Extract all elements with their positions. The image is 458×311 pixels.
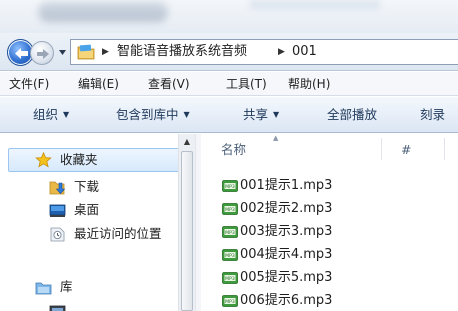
breadcrumb-current[interactable]: 001 xyxy=(292,44,317,60)
file-row[interactable]: MP3 001提示1.mp3 xyxy=(219,176,409,196)
address-bar[interactable]: ▶ 智能语音播放系统音频 ▶ 001 xyxy=(70,39,458,65)
menu-bar: 文件(F) 编辑(E) 查看(V) 工具(T) 帮助(H) xyxy=(0,72,458,96)
svg-text:MP3: MP3 xyxy=(225,253,235,259)
menu-help[interactable]: 帮助(H) xyxy=(288,76,330,92)
nav-item-downloads[interactable]: 下载 xyxy=(0,176,180,198)
recent-places-icon xyxy=(50,227,65,242)
file-name: 005提示5.mp3 xyxy=(240,270,333,285)
menu-edit[interactable]: 编辑(E) xyxy=(78,76,119,92)
videos-icon xyxy=(49,305,66,311)
recent-pages-dropdown[interactable] xyxy=(58,48,67,57)
column-separator[interactable] xyxy=(381,138,382,160)
nav-label-favorites: 收藏夹 xyxy=(60,152,98,167)
svg-text:MP3: MP3 xyxy=(225,299,235,305)
mp3-file-icon: MP3 xyxy=(222,295,238,307)
file-list: ▲ 名称 # MP3 001提示1.mp3 MP3 002提示2.mp3 MP3… xyxy=(201,134,458,311)
command-bar: 组织 ▼ 包含到库中 ▼ 共享 ▼ 全部播放 刻录 xyxy=(0,97,458,133)
menu-tools[interactable]: 工具(T) xyxy=(226,76,267,92)
nav-label-libraries: 库 xyxy=(60,279,73,294)
column-header-number[interactable]: # xyxy=(401,142,411,158)
address-row: ▶ 智能语音播放系统音频 ▶ 001 xyxy=(0,33,458,71)
nav-item-libraries[interactable]: 库 xyxy=(0,276,180,298)
chevron-down-icon: ▼ xyxy=(183,110,190,119)
file-row[interactable]: MP3 005提示5.mp3 xyxy=(219,268,409,288)
burn-button[interactable]: 刻录 xyxy=(420,107,445,123)
window-titlebar xyxy=(0,0,458,33)
mp3-file-icon: MP3 xyxy=(222,203,238,215)
file-name: 002提示2.mp3 xyxy=(240,201,333,216)
nav-label-recent-places: 最近访问的位置 xyxy=(74,226,162,241)
breadcrumb-parent[interactable]: 智能语音播放系统音频 xyxy=(117,44,247,60)
mp3-file-icon: MP3 xyxy=(222,180,238,192)
mp3-file-icon: MP3 xyxy=(222,249,238,261)
svg-text:MP3: MP3 xyxy=(225,184,235,190)
chevron-down-icon: ▼ xyxy=(273,110,280,119)
folder-icon xyxy=(77,44,95,60)
include-in-library-label: 包含到库中 xyxy=(116,107,179,122)
nav-item-recent-places[interactable]: 最近访问的位置 xyxy=(0,223,180,245)
forward-arrow-icon xyxy=(37,49,49,59)
mp3-file-icon: MP3 xyxy=(222,226,238,238)
scroll-up-icon[interactable]: ▲ xyxy=(179,134,195,150)
star-icon xyxy=(35,152,52,168)
nav-scrollbar[interactable]: ▲ xyxy=(178,134,195,311)
column-header-name[interactable]: 名称 xyxy=(221,142,246,158)
include-in-library-button[interactable]: 包含到库中 ▼ xyxy=(116,107,190,123)
file-name: 004提示4.mp3 xyxy=(240,247,333,262)
nav-label-downloads: 下载 xyxy=(74,179,100,194)
share-button[interactable]: 共享 ▼ xyxy=(243,107,279,123)
organize-button[interactable]: 组织 ▼ xyxy=(33,107,69,123)
menu-file[interactable]: 文件(F) xyxy=(9,76,49,92)
library-icon xyxy=(35,282,52,295)
svg-text:MP3: MP3 xyxy=(225,230,235,236)
title-blur-right xyxy=(250,0,380,10)
file-row[interactable]: MP3 006提示6.mp3 xyxy=(219,291,409,311)
share-label: 共享 xyxy=(243,107,269,122)
scroll-thumb[interactable] xyxy=(181,151,193,311)
organize-label: 组织 xyxy=(33,107,59,122)
file-row[interactable]: MP3 004提示4.mp3 xyxy=(219,245,409,265)
breadcrumb-separator-icon[interactable]: ▶ xyxy=(278,47,285,57)
file-row[interactable]: MP3 002提示2.mp3 xyxy=(219,199,409,219)
breadcrumb-separator-icon[interactable]: ▶ xyxy=(102,47,109,57)
svg-text:MP3: MP3 xyxy=(225,276,235,282)
menu-view[interactable]: 查看(V) xyxy=(148,76,190,92)
nav-item-favorites[interactable]: 收藏夹 xyxy=(0,149,180,171)
sort-ascending-icon: ▲ xyxy=(273,134,279,142)
file-name: 006提示6.mp3 xyxy=(240,293,333,308)
nav-label-desktop: 桌面 xyxy=(74,202,100,217)
file-name: 001提示1.mp3 xyxy=(240,178,333,193)
nav-item-videos[interactable] xyxy=(0,300,180,311)
navigation-pane: 收藏夹 下载 桌面 最近访问的位置 库 xyxy=(0,134,194,311)
svg-text:MP3: MP3 xyxy=(225,207,235,213)
column-separator[interactable] xyxy=(444,138,445,160)
file-row[interactable]: MP3 003提示3.mp3 xyxy=(219,222,409,242)
nav-item-desktop[interactable]: 桌面 xyxy=(0,199,180,221)
downloads-folder-icon xyxy=(49,181,66,195)
desktop-icon xyxy=(49,204,66,217)
forward-button[interactable] xyxy=(30,41,54,65)
play-all-button[interactable]: 全部播放 xyxy=(327,107,377,123)
title-blur xyxy=(38,2,168,22)
mp3-file-icon: MP3 xyxy=(222,272,238,284)
file-name: 003提示3.mp3 xyxy=(240,224,333,239)
chevron-down-icon: ▼ xyxy=(63,110,70,119)
